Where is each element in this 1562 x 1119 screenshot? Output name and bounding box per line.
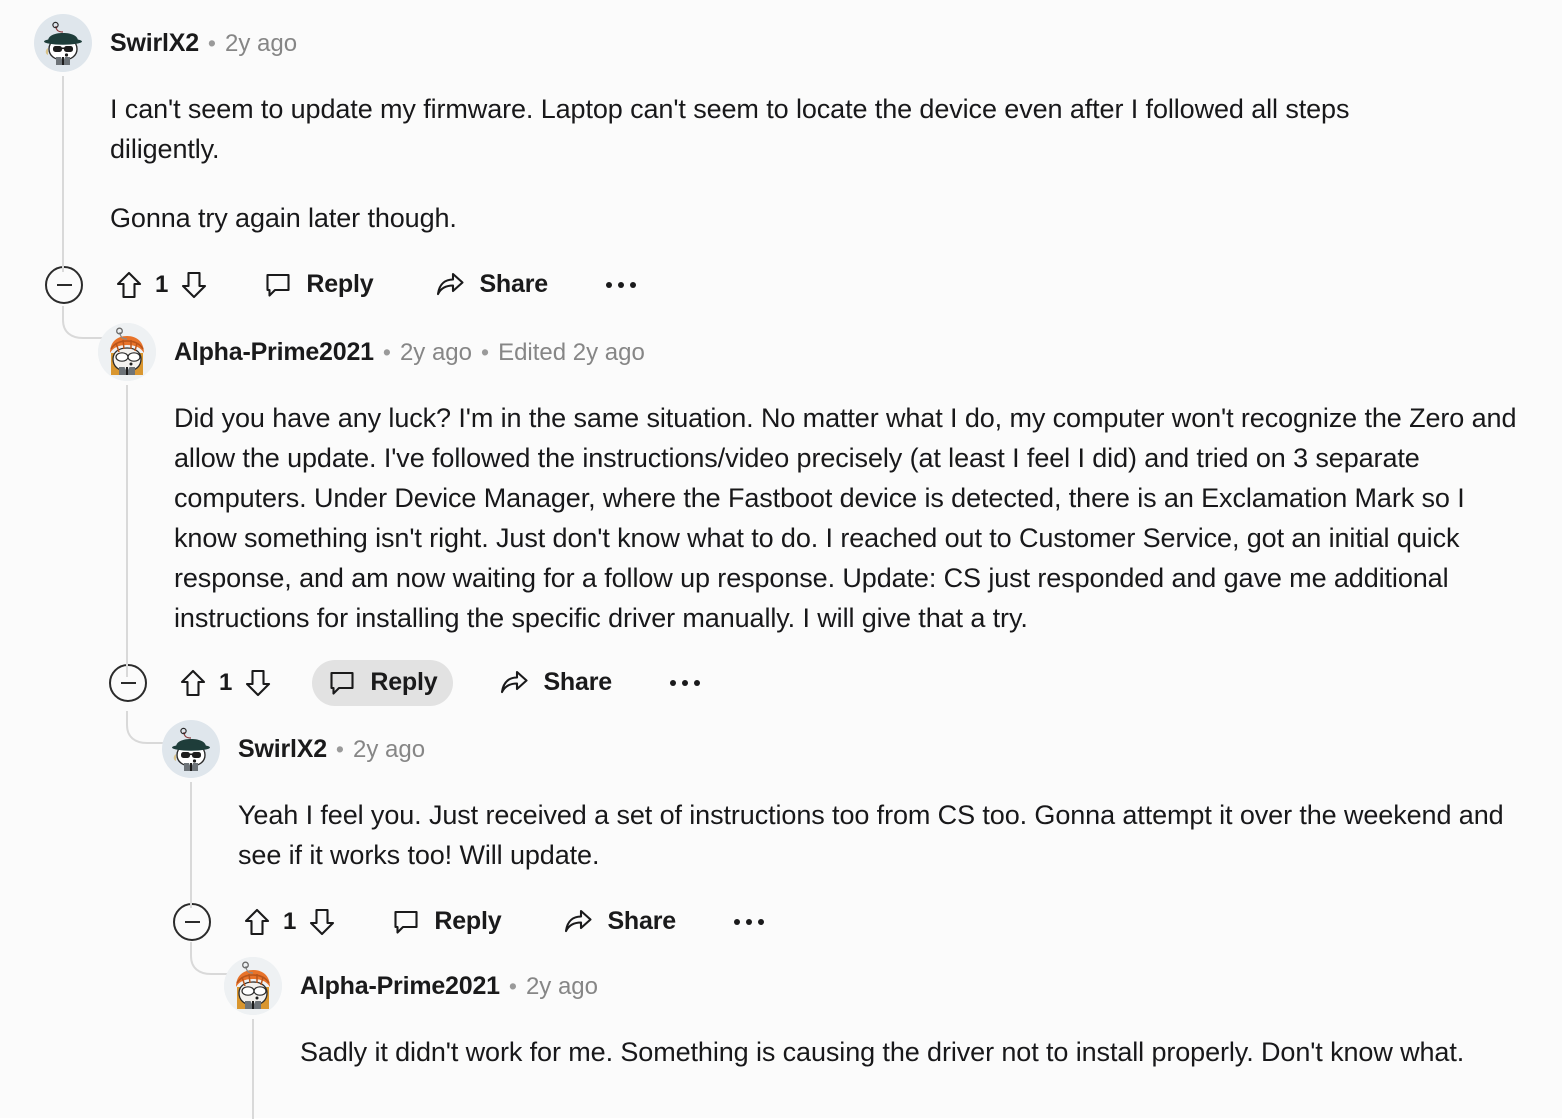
collapse-icon[interactable]: [45, 265, 83, 304]
thread-rail[interactable]: [126, 385, 128, 677]
downvote-icon[interactable]: [308, 907, 336, 937]
comment-header: SwirlX2 • 2y ago: [162, 720, 1542, 778]
meta-separator: •: [481, 338, 490, 365]
reply-label: Reply: [306, 270, 374, 299]
collapse-icon[interactable]: [109, 663, 147, 702]
timestamp: 2y ago: [352, 735, 426, 763]
comment-bubble-icon: [394, 910, 418, 934]
comment-paragraph: Yeah I feel you. Just received a set of …: [238, 800, 1504, 870]
downvote-icon[interactable]: [244, 668, 272, 698]
meta-separator: •: [382, 338, 391, 365]
vote-count: 1: [283, 907, 297, 935]
username[interactable]: SwirlX2: [110, 29, 199, 58]
reply-button[interactable]: Reply: [376, 899, 517, 945]
share-label: Share: [479, 270, 548, 299]
share-arrow-icon: [501, 670, 529, 693]
vote-count: 1: [219, 668, 233, 696]
more-options-icon[interactable]: [662, 663, 708, 703]
comment-meta: Alpha-Prime2021 • 2y ago • Edited 2y ago: [174, 338, 645, 367]
username[interactable]: SwirlX2: [238, 735, 327, 764]
comment-meta: SwirlX2 • 2y ago: [110, 29, 297, 58]
collapse-icon[interactable]: [173, 902, 211, 941]
upvote-icon[interactable]: [179, 668, 207, 698]
avatar[interactable]: [162, 720, 220, 778]
comment-meta: Alpha-Prime2021 • 2y ago: [300, 972, 598, 1001]
meta-separator: •: [508, 972, 517, 999]
share-button[interactable]: Share: [419, 262, 563, 308]
vote-count: 1: [155, 270, 169, 298]
comment-body: Sadly it didn't work for me. Something i…: [300, 1033, 1540, 1073]
comment-bubble-icon: [330, 671, 354, 695]
comment-header: SwirlX2 • 2y ago: [34, 14, 1534, 72]
upvote-icon[interactable]: [243, 907, 271, 937]
thread-rail[interactable]: [190, 782, 192, 908]
downvote-icon[interactable]: [180, 270, 208, 300]
reply-button[interactable]: Reply: [248, 262, 389, 308]
timestamp: 2y ago: [525, 972, 598, 1000]
comment-header: Alpha-Prime2021 • 2y ago • Edited 2y ago: [98, 323, 1538, 381]
share-button[interactable]: Share: [547, 899, 691, 945]
comment-paragraph: I can't seem to update my firmware. Lapt…: [110, 94, 1350, 164]
thread-rail[interactable]: [252, 1019, 254, 1119]
share-label: Share: [543, 668, 612, 697]
share-arrow-icon: [437, 272, 465, 295]
meta-separator: •: [207, 29, 216, 56]
username[interactable]: Alpha-Prime2021: [174, 338, 374, 367]
avatar[interactable]: [34, 14, 92, 72]
more-options-icon[interactable]: [598, 265, 644, 305]
comment-c1: SwirlX2 • 2y ago I can't seem to update …: [34, 14, 1534, 339]
reply-button[interactable]: Reply: [312, 659, 454, 706]
comment-actions: 1 Reply Share: [109, 659, 1538, 707]
timestamp: 2y ago: [224, 29, 298, 57]
comment-paragraph: Sadly it didn't work for me. Something i…: [300, 1037, 1465, 1067]
comment-c2: Alpha-Prime2021 • 2y ago • Edited 2y ago…: [98, 323, 1538, 744]
reply-label: Reply: [370, 668, 438, 697]
avatar[interactable]: [98, 323, 156, 381]
comment-actions: 1 Reply Share: [45, 261, 1534, 309]
comment-bubble-icon: [266, 273, 290, 297]
thread-rail[interactable]: [62, 76, 64, 272]
share-button[interactable]: Share: [483, 660, 627, 706]
share-arrow-icon: [565, 909, 593, 932]
reply-label: Reply: [434, 907, 502, 936]
comment-meta: SwirlX2 • 2y ago: [238, 735, 425, 764]
comment-c4: Alpha-Prime2021 • 2y ago Sadly it didn't…: [224, 957, 1544, 1119]
vote-group: 1: [115, 270, 208, 300]
vote-group: 1: [243, 907, 336, 937]
timestamp: 2y ago: [399, 338, 472, 366]
comment-paragraph: Gonna try again later though.: [110, 202, 457, 233]
more-options-icon[interactable]: [726, 902, 772, 942]
username[interactable]: Alpha-Prime2021: [300, 972, 500, 1001]
comment-body: Did you have any luck? I'm in the same s…: [174, 399, 1524, 639]
comment-c3: SwirlX2 • 2y ago Yeah I feel you. Just r…: [162, 720, 1542, 975]
comment-actions: 1 Reply Share: [173, 898, 1542, 946]
comment-paragraph: Did you have any luck? I'm in the same s…: [174, 403, 1517, 633]
edited-timestamp: Edited 2y ago: [498, 338, 645, 366]
comment-header: Alpha-Prime2021 • 2y ago: [224, 957, 1544, 1015]
comment-body: I can't seem to update my firmware. Lapt…: [110, 90, 1440, 239]
comment-body: Yeah I feel you. Just received a set of …: [238, 796, 1538, 876]
meta-separator: •: [335, 735, 344, 762]
avatar[interactable]: [224, 957, 282, 1015]
share-label: Share: [607, 907, 676, 936]
vote-group: 1: [179, 668, 272, 698]
comment-thread: SwirlX2 • 2y ago I can't seem to update …: [0, 0, 1562, 1119]
upvote-icon[interactable]: [115, 270, 143, 300]
